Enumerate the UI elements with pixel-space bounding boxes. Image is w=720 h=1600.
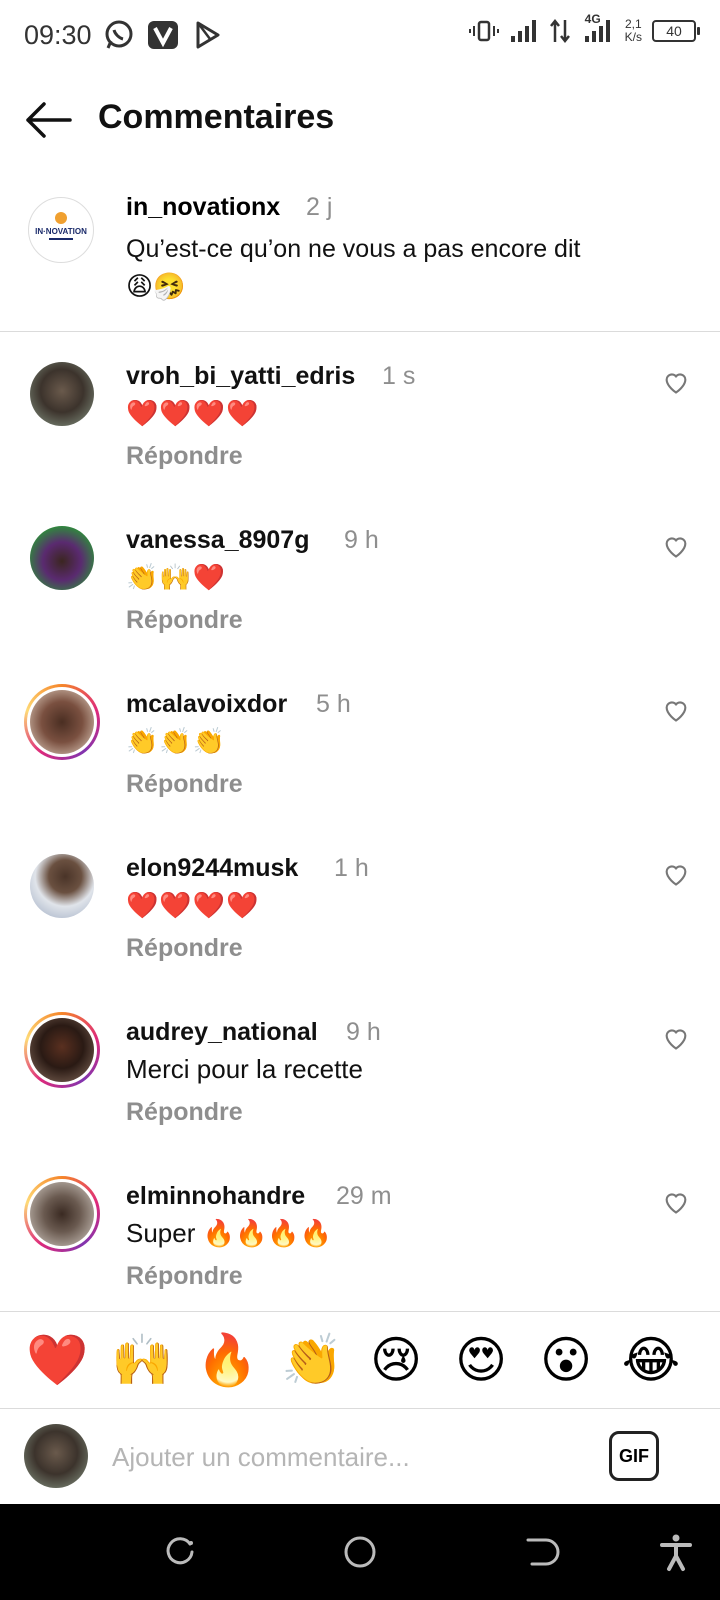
- like-button[interactable]: [662, 696, 690, 724]
- caption-time: 2 j: [306, 193, 333, 221]
- comment-text: ❤️❤️❤️❤️: [126, 398, 260, 428]
- heart-icon: [665, 373, 687, 394]
- comment-text: Merci pour la recette: [126, 1054, 363, 1084]
- comment-username[interactable]: mcalavoixdor: [126, 690, 287, 719]
- story-ring[interactable]: [24, 684, 100, 760]
- accessibility-icon: [660, 1534, 692, 1571]
- reaction-crying[interactable]: 😢: [366, 1330, 426, 1390]
- net-speed: 2,1 K/s: [625, 18, 642, 44]
- comment-username[interactable]: elminnohandre: [126, 1182, 305, 1211]
- like-button[interactable]: [662, 860, 690, 888]
- like-button[interactable]: [662, 1024, 690, 1052]
- reaction-fire[interactable]: 🔥: [196, 1330, 258, 1390]
- story-ring[interactable]: [24, 1012, 100, 1088]
- signal-icon: [510, 20, 536, 42]
- comment-item: vanessa_8907g 9 h 👏🙌❤️ Répondre: [0, 522, 720, 686]
- comment-time: 5 h: [316, 690, 351, 718]
- avatar: [30, 1018, 94, 1082]
- battery-level: 40: [666, 23, 682, 39]
- caption-username[interactable]: in_novationx: [126, 193, 280, 222]
- status-right: 4G 2,1 K/s 40: [468, 12, 700, 46]
- comment-text: 👏🙌❤️: [126, 562, 227, 592]
- accessibility-button[interactable]: [656, 1532, 696, 1572]
- home-icon: [344, 1536, 376, 1568]
- gif-button[interactable]: GIF: [609, 1431, 659, 1481]
- comment-time: 1 s: [382, 362, 416, 390]
- caption-text: Qu’est-ce qu’on ne vous a pas encore dit…: [126, 231, 686, 305]
- comment-input-bar: GIF: [0, 1408, 720, 1504]
- page-title: Commentaires: [98, 98, 335, 136]
- comment-item: mcalavoixdor 5 h 👏👏👏 Répondre: [0, 684, 720, 850]
- reaction-heart-eyes[interactable]: 😍: [451, 1330, 511, 1390]
- comment-text: Super 🔥🔥🔥🔥: [126, 1218, 333, 1248]
- heart-icon: [665, 865, 687, 886]
- comment-time: 1 h: [334, 854, 369, 882]
- recents-icon: [166, 1537, 194, 1565]
- avatar[interactable]: [30, 854, 94, 918]
- svg-text:IN·NOVATION: IN·NOVATION: [35, 227, 87, 236]
- vibrate-icon: [468, 20, 499, 42]
- avatar[interactable]: [30, 526, 94, 590]
- whatsapp-icon: [102, 18, 136, 52]
- caption-text-line: Qu’est-ce qu’on ne vous a pas encore dit: [126, 235, 581, 263]
- comment-item: elon9244musk 1 h ❤️❤️❤️❤️ Répondre: [0, 850, 720, 1014]
- reply-button[interactable]: Répondre: [126, 934, 243, 963]
- comment-input[interactable]: [110, 1432, 574, 1482]
- post-caption: IN·NOVATION in_novationx 2 j Qu’est-ce q…: [0, 175, 720, 332]
- comment-username[interactable]: vroh_bi_yatti_edris: [126, 362, 355, 391]
- comment-username[interactable]: vanessa_8907g: [126, 526, 309, 555]
- heart-icon: [665, 1193, 687, 1214]
- comment-item: vroh_bi_yatti_edris 1 s ❤️❤️❤️❤️ Répondr…: [0, 358, 720, 522]
- status-bar: 09:30 4G 2,1 K/s 40: [0, 0, 720, 72]
- comment-username[interactable]: audrey_national: [126, 1018, 318, 1047]
- back-nav-button[interactable]: [520, 1532, 560, 1572]
- system-nav-bar: [0, 1504, 720, 1600]
- vivaldi-icon: [146, 18, 180, 52]
- heart-icon: [665, 537, 687, 558]
- recents-button[interactable]: [160, 1532, 200, 1572]
- home-button[interactable]: [340, 1532, 380, 1572]
- signal-4g-icon: 4G: [581, 12, 615, 46]
- reaction-clap[interactable]: 👏: [281, 1330, 343, 1390]
- comment-time: 29 m: [336, 1182, 392, 1210]
- reply-button[interactable]: Répondre: [126, 1262, 243, 1291]
- battery-icon: 40: [652, 20, 700, 42]
- reply-button[interactable]: Répondre: [126, 770, 243, 799]
- net-speed-unit: K/s: [624, 30, 642, 44]
- comment-item: audrey_national 9 h Merci pour la recett…: [0, 1012, 720, 1178]
- reaction-laughing[interactable]: 😂: [621, 1330, 681, 1390]
- story-ring[interactable]: [24, 1176, 100, 1252]
- heart-icon: [665, 1029, 687, 1050]
- like-button[interactable]: [662, 532, 690, 560]
- avatar[interactable]: IN·NOVATION: [28, 197, 94, 263]
- comment-text: 👏👏👏: [126, 726, 227, 756]
- brand-logo: IN·NOVATION: [30, 199, 92, 261]
- reaction-surprised[interactable]: 😮: [536, 1330, 596, 1390]
- reaction-heart[interactable]: ❤️: [26, 1330, 88, 1390]
- comment-username[interactable]: elon9244musk: [126, 854, 298, 883]
- header: Commentaires: [0, 80, 720, 160]
- comment-time: 9 h: [344, 526, 379, 554]
- data-transfer-icon: [549, 18, 570, 44]
- back-nav-icon: [526, 1538, 560, 1566]
- like-button[interactable]: [662, 368, 690, 396]
- like-button[interactable]: [662, 1188, 690, 1216]
- caption-emoji: 😩🤧: [126, 271, 186, 301]
- status-time: 09:30: [24, 20, 92, 50]
- reply-button[interactable]: Répondre: [126, 442, 243, 471]
- comment-time: 9 h: [346, 1018, 381, 1046]
- reply-button[interactable]: Répondre: [126, 606, 243, 635]
- quick-reaction-bar: ❤️ 🙌 🔥 👏 😢 😍 😮 😂: [0, 1311, 720, 1409]
- back-button[interactable]: [20, 96, 76, 144]
- play-store-icon: [190, 18, 224, 52]
- avatar: [30, 1182, 94, 1246]
- avatar[interactable]: [30, 362, 94, 426]
- reaction-raised-hands[interactable]: 🙌: [111, 1330, 173, 1390]
- reply-button[interactable]: Répondre: [126, 1098, 243, 1127]
- comment-text: ❤️❤️❤️❤️: [126, 890, 260, 920]
- avatar: [30, 690, 94, 754]
- arrow-left-icon: [26, 102, 72, 138]
- avatar: [24, 1424, 88, 1488]
- heart-icon: [665, 701, 687, 722]
